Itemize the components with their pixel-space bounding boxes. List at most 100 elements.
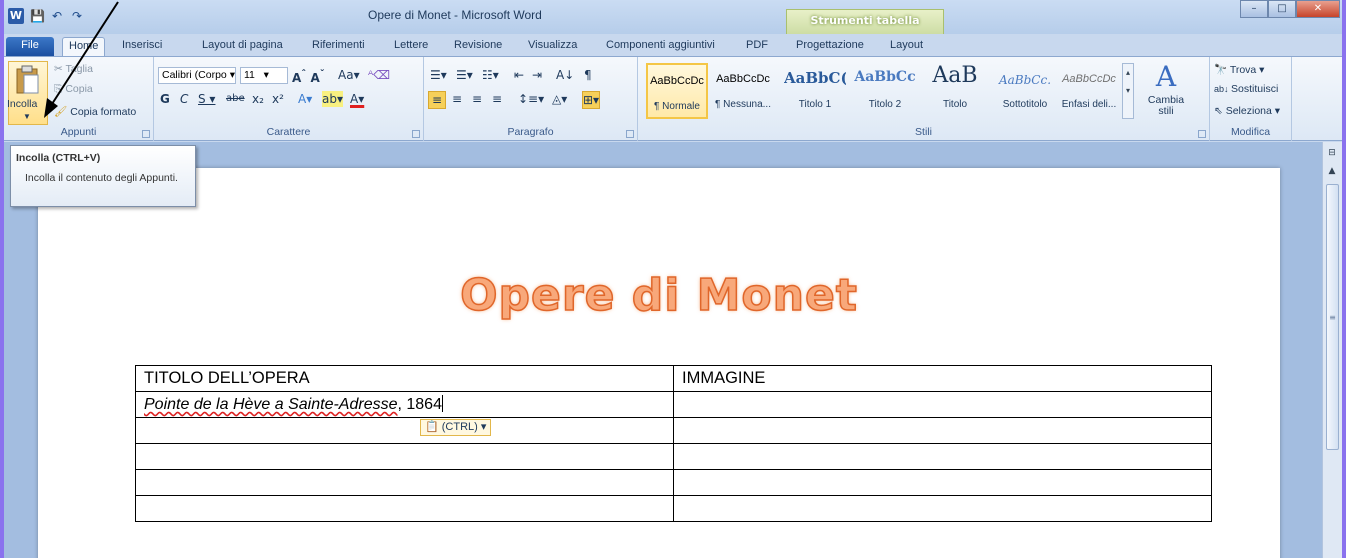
redo-icon[interactable]: ↷ xyxy=(70,9,84,23)
multilevel-list-icon[interactable]: ☷▾ xyxy=(482,67,499,83)
copy-button[interactable]: ⎘ Copia xyxy=(54,83,93,96)
table-row: Pointe de la Hève a Sainte-Adresse, 1864 xyxy=(135,391,1212,418)
line-spacing-icon[interactable]: ↕≡▾ xyxy=(518,91,544,107)
strikethrough-icon[interactable]: abe xyxy=(226,91,245,107)
show-formatting-icon[interactable]: ¶ xyxy=(584,67,592,83)
format-painter-label: Copia formato xyxy=(70,106,137,118)
close-button[interactable]: ✕ xyxy=(1296,0,1340,18)
header-cell-image[interactable]: IMMAGINE xyxy=(673,365,1212,392)
page[interactable]: Opere di Monet TITOLO DELL’OPERA IMMAGIN… xyxy=(38,168,1280,558)
tab-home[interactable]: Home xyxy=(62,37,106,56)
table-cell[interactable]: Pointe de la Hève a Sainte-Adresse, 1864 xyxy=(135,391,674,418)
tab-mailings[interactable]: Lettere xyxy=(388,37,434,56)
save-icon[interactable]: 💾 xyxy=(30,9,45,23)
ruler-toggle-icon[interactable]: ⊟ xyxy=(1325,146,1339,160)
tab-insert[interactable]: Inserisci xyxy=(116,37,168,56)
align-right-icon[interactable]: ≡ xyxy=(472,91,482,107)
tab-references[interactable]: Riferimenti xyxy=(306,37,371,56)
font-name-select[interactable]: Calibri (Corpo ▾ xyxy=(158,67,236,84)
table-cell[interactable] xyxy=(673,443,1212,470)
sort-icon[interactable]: A↓ xyxy=(556,67,574,83)
style-subtle-emphasis[interactable]: AaBbCcDc Enfasi deli... xyxy=(1058,63,1120,119)
format-painter-button[interactable]: 🖌 Copia formato xyxy=(54,105,136,118)
copy-label: Copia xyxy=(65,83,93,95)
table-cell[interactable] xyxy=(135,495,674,522)
tab-page-layout[interactable]: Layout di pagina xyxy=(196,37,289,56)
tab-table-layout[interactable]: Layout xyxy=(884,37,929,56)
replace-button[interactable]: ab↓ Sostituisci xyxy=(1214,83,1278,95)
group-label-clipboard: Appunti xyxy=(60,126,97,138)
find-button[interactable]: 🔭 Trova ▾ xyxy=(1214,63,1264,76)
tab-file[interactable]: File xyxy=(6,37,54,56)
tab-review[interactable]: Revisione xyxy=(448,37,508,56)
tab-pdf[interactable]: PDF xyxy=(740,37,774,56)
minimize-button[interactable]: – xyxy=(1240,0,1268,18)
italic-icon[interactable]: C xyxy=(180,91,188,107)
cut-label: Taglia xyxy=(65,63,93,75)
table-cell[interactable] xyxy=(135,417,674,444)
highlight-icon[interactable]: ab▾ xyxy=(322,91,343,107)
decrease-indent-icon[interactable]: ⇤ xyxy=(514,67,524,83)
style-no-spacing[interactable]: AaBbCcDc ¶ Nessuna... xyxy=(712,63,774,119)
paste-tooltip: Incolla (CTRL+V) Incolla il contenuto de… xyxy=(10,145,196,207)
bold-icon[interactable]: G xyxy=(160,91,170,107)
grow-font-icon[interactable]: Aˆ Aˇ xyxy=(292,67,325,86)
cut-button[interactable]: ✂ Taglia xyxy=(54,63,93,75)
paragraph-launcher-icon[interactable] xyxy=(626,130,634,138)
text-effects-icon[interactable]: A▾ xyxy=(298,91,312,107)
table-cell[interactable] xyxy=(135,469,674,496)
bullets-icon[interactable]: ☰▾ xyxy=(430,67,447,83)
font-size-select[interactable]: 11 ▾ xyxy=(240,67,288,84)
table-cell[interactable] xyxy=(673,469,1212,496)
paste-dropdown-icon[interactable]: ▼ xyxy=(23,112,31,121)
shading-icon[interactable]: ◬▾ xyxy=(552,91,567,107)
word-app-icon[interactable]: W xyxy=(8,8,24,24)
styles-launcher-icon[interactable] xyxy=(1198,130,1206,138)
style-heading-1[interactable]: AaBbC( Titolo 1 xyxy=(784,63,846,119)
group-paragraph: ☰▾ ☰▾ ☷▾ ⇤ ⇥ A↓ ¶ ≡ ≡ ≡ ≡ ↕≡▾ ◬▾ ⊞▾ Para… xyxy=(424,57,638,141)
undo-icon[interactable]: ↶ xyxy=(50,9,64,23)
scroll-thumb[interactable]: ≡ xyxy=(1326,184,1339,450)
tab-view[interactable]: Visualizza xyxy=(522,37,583,56)
tab-table-design[interactable]: Progettazione xyxy=(790,37,870,56)
maximize-button[interactable]: □ xyxy=(1268,0,1296,18)
replace-label: Sostituisci xyxy=(1231,83,1279,95)
superscript-icon[interactable]: x² xyxy=(272,91,284,107)
change-styles-button[interactable]: A Cambia stili xyxy=(1142,61,1190,125)
underline-icon[interactable]: S ▾ xyxy=(198,91,215,107)
style-normal[interactable]: AaBbCcDc ¶ Normale xyxy=(646,63,708,119)
style-heading-2[interactable]: AaBbCc Titolo 2 xyxy=(854,63,916,119)
document-title[interactable]: Opere di Monet xyxy=(38,269,1280,322)
select-label: Seleziona xyxy=(1225,105,1272,117)
table-cell[interactable] xyxy=(673,495,1212,522)
tab-addins[interactable]: Componenti aggiuntivi xyxy=(600,37,721,56)
increase-indent-icon[interactable]: ⇥ xyxy=(532,67,542,83)
paste-options-button[interactable]: 📋 (CTRL) ▾ xyxy=(420,419,492,436)
borders-icon[interactable]: ⊞▾ xyxy=(582,91,601,109)
align-center-icon[interactable]: ≡ xyxy=(452,91,462,107)
table-cell[interactable] xyxy=(673,391,1212,418)
styles-gallery-scroll[interactable]: ▴ ▾ xyxy=(1122,63,1134,119)
group-clipboard: Incolla ▼ ✂ Taglia ⎘ Copia 🖌 Copia forma… xyxy=(4,57,154,141)
header-cell-title[interactable]: TITOLO DELL’OPERA xyxy=(135,365,674,392)
clear-formatting-icon[interactable]: ᴬ⌫ xyxy=(368,67,390,83)
numbering-icon[interactable]: ☰▾ xyxy=(456,67,473,83)
font-launcher-icon[interactable] xyxy=(412,130,420,138)
style-subtitle[interactable]: AaBbCc. Sottotitolo xyxy=(994,63,1056,119)
change-styles-icon: A xyxy=(1155,60,1177,93)
change-case-icon[interactable]: Aa▾ xyxy=(338,67,360,83)
paste-button[interactable]: Incolla ▼ xyxy=(7,61,48,125)
clipboard-launcher-icon[interactable] xyxy=(142,130,150,138)
works-table[interactable]: TITOLO DELL’OPERA IMMAGINE Pointe de la … xyxy=(135,365,1212,522)
subscript-icon[interactable]: x₂ xyxy=(252,91,264,107)
style-title[interactable]: AaB Titolo xyxy=(924,63,986,119)
vertical-scrollbar[interactable]: ⊟ ▲ ≡ xyxy=(1322,142,1342,558)
table-cell[interactable] xyxy=(135,443,674,470)
scroll-up-icon[interactable]: ▲ xyxy=(1325,164,1339,178)
binoculars-icon: 🔭 xyxy=(1214,64,1230,76)
font-color-icon[interactable]: A▾ xyxy=(350,91,364,107)
align-left-icon[interactable]: ≡ xyxy=(428,91,446,109)
select-button[interactable]: ⇖ Seleziona ▾ xyxy=(1214,105,1280,117)
justify-icon[interactable]: ≡ xyxy=(492,91,502,107)
table-cell[interactable] xyxy=(673,417,1212,444)
